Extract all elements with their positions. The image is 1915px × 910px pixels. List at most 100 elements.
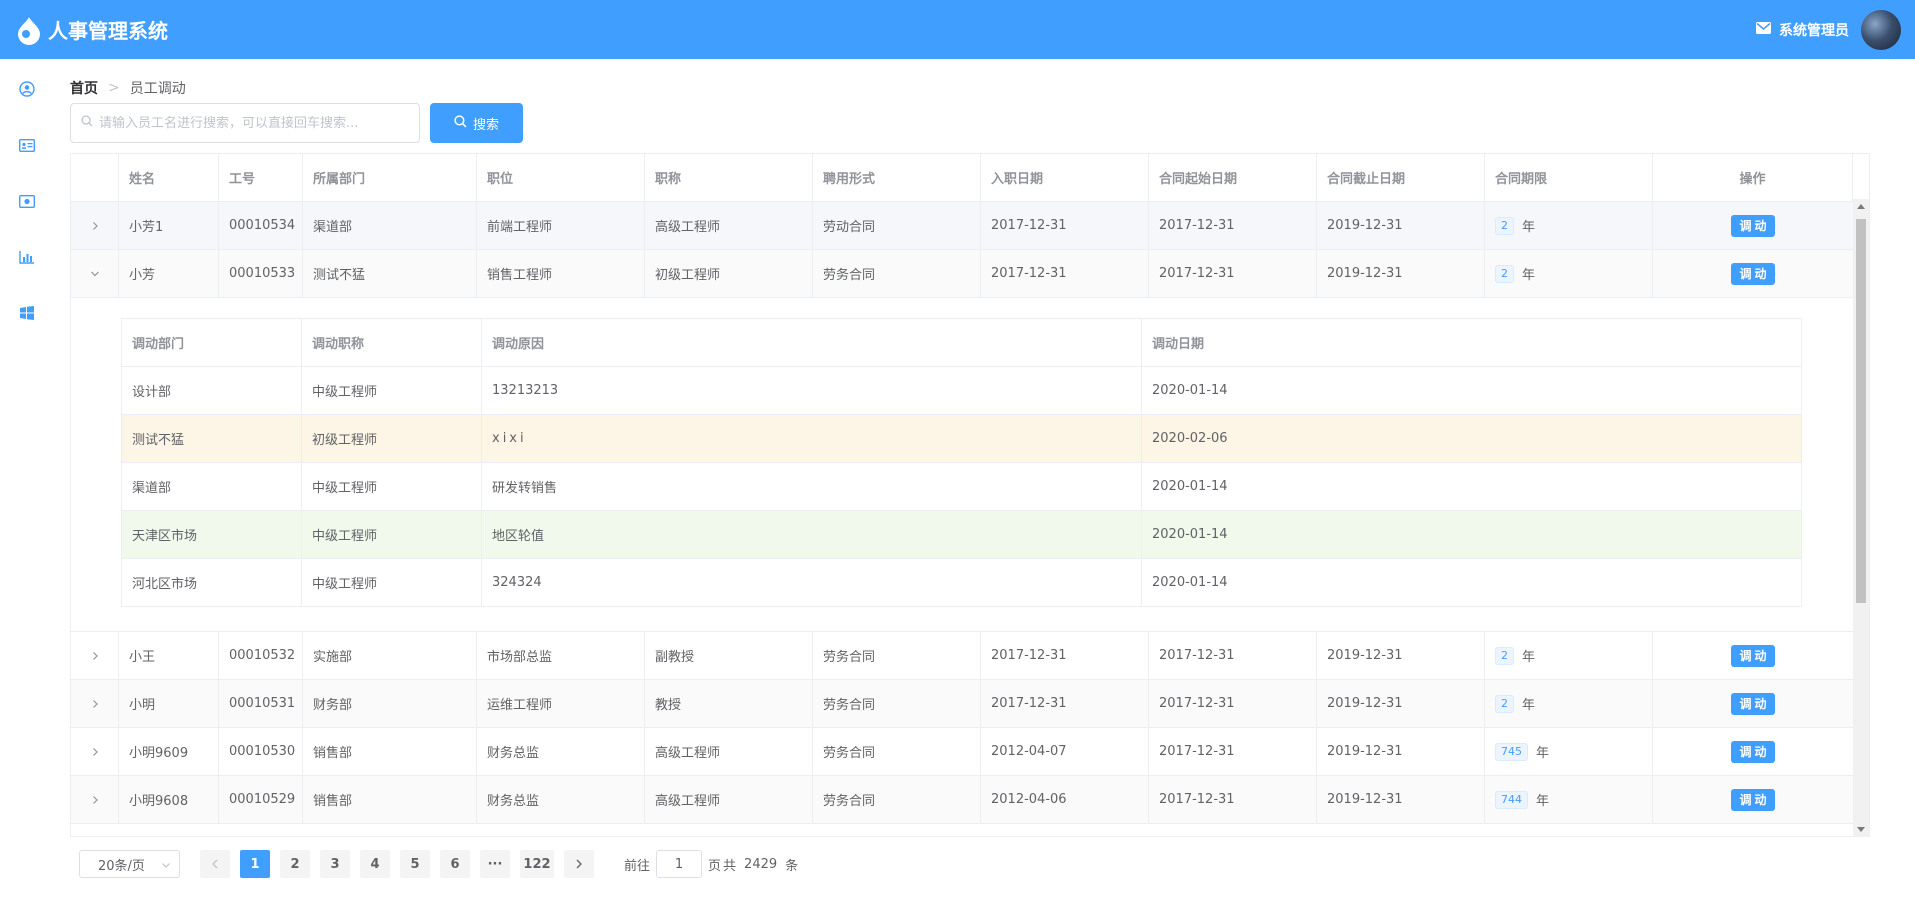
cell-title: 教授 [645,680,813,727]
sub-column-header: 调动部门 [122,319,302,366]
cell-id: 00010531 [219,680,303,727]
top-header: 人事管理系统 系统管理员 [0,0,1915,59]
table-row[interactable]: 小明9608 00010529 销售部 财务总监 高级工程师 劳务合同 2012-04-06… [71,776,1853,824]
table-row[interactable]: 小明9609 00010530 销售部 财务总监 高级工程师 劳务合同 2012-04-07… [71,728,1853,776]
cell-join: 2012-04-07 [981,728,1149,775]
transfer-button[interactable]: 调动 [1731,692,1775,715]
transfer-button[interactable]: 调动 [1731,644,1775,667]
cell-term: 2年 [1485,202,1653,249]
sub-cell-title: 中级工程师 [302,511,482,558]
table-row[interactable]: 小王 00010532 实施部 市场部总监 副教授 劳务合同 2017-12-31 2017-… [71,632,1853,680]
search-button-label: 搜索 [472,117,499,133]
term-tag: 2 [1495,694,1514,713]
chevron-down-icon [161,859,171,874]
chevron-right-icon[interactable] [71,202,119,249]
cell-cend: 2019-12-31 [1317,728,1485,775]
sub-cell-reason: xixi [482,415,1142,462]
page-button[interactable]: 122 [520,850,554,878]
scroll-up-icon[interactable] [1857,204,1865,209]
chevron-right-icon[interactable] [71,776,119,823]
chevron-right-icon[interactable] [71,728,119,775]
sub-cell-dept: 河北区市场 [122,559,302,606]
cell-position: 销售工程师 [477,250,645,297]
mail-icon[interactable] [1756,21,1771,38]
page-button[interactable]: 2 [280,850,310,878]
search-field[interactable] [70,103,420,143]
cell-cend: 2019-12-31 [1317,250,1485,297]
cell-dept: 财务部 [303,680,477,727]
table-row[interactable]: 小明 00010531 财务部 运维工程师 教授 劳务合同 2017-12-31 2017-1… [71,680,1853,728]
cell-join: 2017-12-31 [981,680,1149,727]
expand-column-header [71,154,119,201]
scrollbar-thumb[interactable] [1856,219,1866,603]
more-pages-button[interactable]: ··· [480,850,510,878]
next-page-button[interactable] [564,850,594,878]
sub-table-row: 设计部 中级工程师 13213213 2020-01-14 [122,367,1801,415]
transfer-button[interactable]: 调动 [1731,740,1775,763]
chevron-down-icon[interactable] [71,250,119,297]
transfer-button[interactable]: 调动 [1731,214,1775,237]
breadcrumb-home[interactable]: 首页 [70,78,98,98]
windows-icon[interactable] [17,303,37,323]
cell-name: 小明9609 [119,728,219,775]
cell-cstart: 2017-12-31 [1149,250,1317,297]
cell-dept: 销售部 [303,728,477,775]
logo-icon [14,15,44,45]
term-unit: 年 [1522,650,1536,665]
search-icon [454,114,467,132]
sub-cell-reason: 研发转销售 [482,463,1142,510]
cell-title: 高级工程师 [645,776,813,823]
table-row[interactable]: 小芳1 00010534 渠道部 前端工程师 高级工程师 劳动合同 2017-12-31 20… [71,202,1853,250]
cell-cend: 2019-12-31 [1317,632,1485,679]
table-row[interactable]: 小芳 00010533 测试不猛 销售工程师 初级工程师 劳务合同 2017-12-31 20… [71,250,1853,298]
sub-cell-dept: 渠道部 [122,463,302,510]
id-card-icon[interactable] [17,135,37,155]
money-icon[interactable] [17,191,37,211]
total-count: 2429 [744,856,778,872]
cell-actions: 调动 [1653,680,1853,727]
cell-employ: 劳务合同 [813,632,981,679]
cell-join: 2017-12-31 [981,202,1149,249]
sub-cell-dept: 设计部 [122,367,302,414]
avatar[interactable] [1861,9,1901,50]
page-size-select[interactable]: 20条/页 [79,850,180,878]
chevron-right-icon[interactable] [71,632,119,679]
table-scrollbar[interactable] [1853,199,1869,837]
page-button[interactable]: 4 [360,850,390,878]
user-circle-icon[interactable] [17,79,37,99]
cell-name: 小王 [119,632,219,679]
cell-employ: 劳务合同 [813,776,981,823]
app-logo[interactable]: 人事管理系统 [14,15,168,45]
goto-page-input[interactable] [656,850,703,878]
search-button[interactable]: 搜索 [430,103,523,143]
cell-id: 00010529 [219,776,303,823]
sub-column-header: 调动职称 [302,319,482,366]
transfer-button[interactable]: 调动 [1731,788,1775,811]
term-unit: 年 [1522,268,1536,283]
chevron-right-icon[interactable] [71,680,119,727]
prev-page-button[interactable] [200,850,230,878]
cell-cstart: 2017-12-31 [1149,776,1317,823]
cell-cstart: 2017-12-31 [1149,728,1317,775]
cell-cend: 2019-12-31 [1317,776,1485,823]
cell-term: 2年 [1485,680,1653,727]
transfer-history-table: 调动部门 调动职称 调动原因 调动日期 设计部 中级工程师 13213213 2020… [121,318,1802,607]
page-button[interactable]: 5 [400,850,430,878]
page-button[interactable]: 6 [440,850,470,878]
sub-cell-dept: 测试不猛 [122,415,302,462]
cell-id: 00010532 [219,632,303,679]
sub-column-header: 调动原因 [482,319,1142,366]
search-input[interactable] [99,115,399,131]
user-name[interactable]: 系统管理员 [1779,20,1849,40]
page-button[interactable]: 3 [320,850,350,878]
bar-chart-icon[interactable] [17,247,37,267]
cell-employ: 劳务合同 [813,680,981,727]
page-button[interactable]: 1 [240,850,270,878]
cell-cend: 2019-12-31 [1317,202,1485,249]
transfer-button[interactable]: 调动 [1731,262,1775,285]
cell-name: 小明9608 [119,776,219,823]
cell-dept: 销售部 [303,776,477,823]
goto-suffix: 页 [708,858,722,874]
employee-table: 姓名 工号 所属部门 职位 职称 聘用形式 入职日期 合同起始日期 合同截止日期… [70,153,1870,837]
scroll-down-icon[interactable] [1857,827,1865,832]
